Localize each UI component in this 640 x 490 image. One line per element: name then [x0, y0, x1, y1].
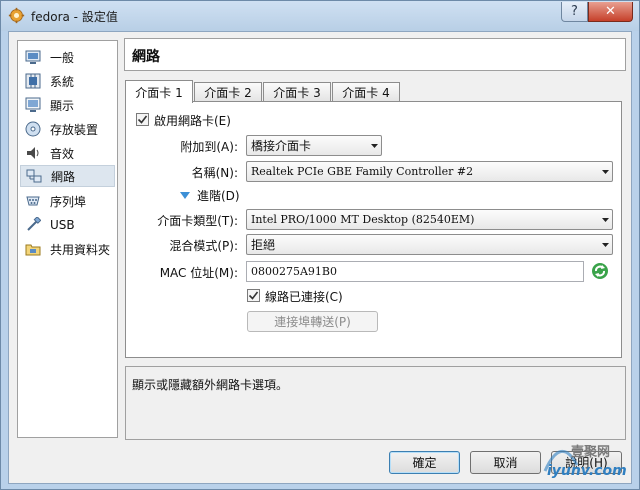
page-header: 網路	[124, 38, 626, 71]
audio-icon	[24, 144, 42, 162]
cancel-button[interactable]: 取消	[470, 451, 541, 474]
serial-port-icon	[24, 192, 42, 210]
close-icon: ✕	[605, 4, 616, 19]
network-icon	[25, 167, 43, 185]
adapter-name-select[interactable]: Realtek PCIe GBE Family Controller #2	[246, 161, 613, 182]
promiscuous-mode-label: 混合模式(P):	[169, 239, 238, 253]
promiscuous-mode-select[interactable]: 拒絕	[246, 234, 613, 255]
title-help-button[interactable]: ?	[561, 2, 588, 22]
sidebar-item-label: 系統	[50, 74, 75, 89]
sidebar-item-label: 網路	[51, 169, 76, 184]
adapter-type-select[interactable]: Intel PRO/1000 MT Desktop (82540EM)	[246, 209, 613, 230]
cancel-label: 取消	[493, 456, 518, 470]
refresh-icon	[592, 263, 608, 279]
mac-address-label: MAC 位址(M):	[159, 266, 238, 280]
sidebar-item-system[interactable]: 系統	[20, 70, 115, 92]
attached-to-label: 附加到(A):	[180, 140, 238, 154]
system-icon	[24, 72, 42, 90]
checkmark-icon	[137, 115, 148, 124]
sidebar-item-label: 共用資料夾	[50, 242, 111, 257]
tab-adapter-4[interactable]: 介面卡 4	[332, 82, 400, 102]
sidebar-item-label: USB	[50, 218, 75, 232]
tab-label: 介面卡 1	[135, 85, 183, 100]
ok-button[interactable]: 確定	[389, 451, 460, 474]
enable-adapter-checkbox[interactable]	[136, 113, 149, 126]
description-box: 顯示或隱藏額外網路卡選項。	[125, 366, 626, 440]
sidebar-item-label: 存放裝置	[50, 122, 99, 137]
title-close-button[interactable]: ✕	[588, 2, 633, 22]
display-icon	[24, 96, 42, 114]
checkmark-icon	[248, 291, 259, 300]
sidebar-item-general[interactable]: 一般	[20, 46, 115, 68]
chevron-down-icon	[598, 217, 612, 222]
sidebar-item-label: 音效	[50, 146, 75, 161]
sidebar-item-label: 顯示	[50, 98, 75, 113]
sidebar-item-label: 序列埠	[50, 194, 87, 209]
title-bar[interactable]: fedora - 設定值 ? ✕	[1, 1, 639, 31]
cable-connected-checkbox[interactable]	[247, 289, 260, 302]
adapter-type-value: Intel PRO/1000 MT Desktop (82540EM)	[251, 213, 475, 226]
sidebar-item-usb[interactable]: USB	[20, 214, 115, 236]
tab-adapter-1[interactable]: 介面卡 1	[125, 80, 193, 103]
window-title: fedora - 設定值	[31, 10, 118, 24]
attached-to-value: 橋接介面卡	[251, 139, 312, 153]
expand-triangle-icon	[180, 191, 190, 199]
watermark-text-2: iyunv.com	[547, 463, 627, 479]
tab-adapter-3[interactable]: 介面卡 3	[263, 82, 331, 102]
mac-address-field[interactable]: 0800275A91B0	[246, 261, 584, 282]
adapter-name-value: Realtek PCIe GBE Family Controller #2	[251, 165, 474, 178]
refresh-mac-button[interactable]	[591, 262, 611, 282]
cable-connected-label[interactable]: 線路已連接(C)	[265, 288, 343, 305]
adapter-panel: 啟用網路卡(E) 附加到(A): 橋接介面卡 名稱(N): Realtek PC…	[125, 101, 622, 358]
settings-window: fedora - 設定值 ? ✕ 一般 系統 顯示 存放裝置 音效 網路 序列埠…	[0, 0, 640, 490]
sidebar-item-storage[interactable]: 存放裝置	[20, 118, 115, 140]
sidebar-item-shared-folders[interactable]: 共用資料夾	[20, 238, 115, 260]
chevron-down-icon	[598, 242, 612, 247]
sidebar-item-serial-port[interactable]: 序列埠	[20, 190, 115, 212]
general-icon	[24, 48, 42, 66]
attached-to-select[interactable]: 橋接介面卡	[246, 135, 382, 156]
ok-label: 確定	[412, 456, 437, 470]
watermark: 壹聚网 iyunv.com	[541, 441, 637, 487]
help-icon: ?	[571, 4, 578, 19]
chevron-down-icon	[367, 143, 381, 148]
watermark-text-1: 壹聚网	[571, 445, 611, 460]
port-forwarding-label: 連接埠轉送(P)	[274, 315, 351, 329]
tab-label: 介面卡 3	[273, 86, 321, 100]
usb-icon	[24, 216, 42, 234]
enable-adapter-label[interactable]: 啟用網路卡(E)	[154, 112, 231, 129]
promiscuous-mode-value: 拒絕	[251, 238, 276, 252]
dialog-client: 一般 系統 顯示 存放裝置 音效 網路 序列埠 USB 共用資料夾 網路 介面卡…	[8, 31, 632, 484]
settings-sidebar: 一般 系統 顯示 存放裝置 音效 網路 序列埠 USB 共用資料夾	[17, 40, 118, 438]
adapter-type-label: 介面卡類型(T):	[157, 214, 238, 228]
advanced-label: 進階(D)	[197, 189, 240, 203]
adapter-name-label: 名稱(N):	[191, 166, 238, 180]
chevron-down-icon	[598, 169, 612, 174]
page-title: 網路	[132, 49, 160, 65]
description-text: 顯示或隱藏額外網路卡選項。	[132, 378, 289, 392]
gear-icon	[8, 7, 25, 24]
sidebar-item-audio[interactable]: 音效	[20, 142, 115, 164]
tab-label: 介面卡 2	[204, 86, 252, 100]
sidebar-item-label: 一般	[50, 50, 75, 65]
storage-icon	[24, 120, 42, 138]
tab-adapter-2[interactable]: 介面卡 2	[194, 82, 262, 102]
tab-label: 介面卡 4	[342, 86, 390, 100]
port-forwarding-button[interactable]: 連接埠轉送(P)	[247, 311, 378, 332]
sidebar-item-network[interactable]: 網路	[20, 165, 115, 187]
sidebar-item-display[interactable]: 顯示	[20, 94, 115, 116]
shared-folder-icon	[24, 240, 42, 258]
mac-address-value: 0800275A91B0	[251, 265, 338, 278]
advanced-toggle[interactable]: 進階(D)	[180, 187, 240, 204]
